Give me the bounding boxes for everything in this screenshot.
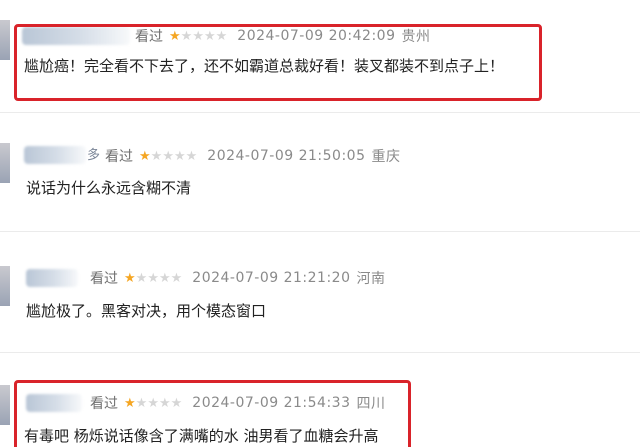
review-location: 河南 <box>356 271 386 287</box>
review-timestamp: 2024-07-09 21:21:20 <box>192 270 351 286</box>
review-timestamp: 2024-07-09 20:42:09 <box>237 28 396 44</box>
watched-label: 看过 <box>90 396 118 412</box>
review-timestamp: 2024-07-09 21:50:05 <box>207 148 366 164</box>
star-filled-icon: ★ <box>169 28 181 44</box>
star-empty-icon: ★ <box>170 270 183 286</box>
reviews-screenshot: 看过 ★ ★ ★ ★ ★ 2024-07-09 20:42:09 贵州 尴尬癌！完全看不… <box>0 0 640 447</box>
review-comment: 说话为什么永远含糊不清 <box>26 179 192 197</box>
star-empty-icon: ★ <box>173 148 186 164</box>
rating-stars: ★ ★ ★ ★ ★ <box>124 271 182 286</box>
avatar[interactable] <box>0 143 10 183</box>
rating-stars: ★ ★ ★ ★ ★ <box>139 149 197 164</box>
star-filled-icon: ★ <box>139 148 151 164</box>
username[interactable] <box>26 269 78 287</box>
star-empty-icon: ★ <box>147 395 159 411</box>
rating-stars: ★ ★ ★ ★ ★ <box>124 396 182 411</box>
review-comment: 尴尬癌！完全看不下去了，还不如霸道总裁好看！装叉都装不到点子上！ <box>24 57 505 75</box>
rating-stars: ★ ★ ★ ★ ★ <box>169 29 227 44</box>
review-meta: 看过 ★ ★ ★ ★ ★ 2024-07-09 21:50:05 重庆 <box>105 146 400 166</box>
review-timestamp: 2024-07-09 21:54:33 <box>192 395 351 411</box>
username[interactable] <box>24 146 86 164</box>
star-empty-icon: ★ <box>170 395 183 411</box>
star-empty-icon: ★ <box>158 270 171 286</box>
avatar[interactable] <box>0 266 10 306</box>
review-meta: 看过 ★ ★ ★ ★ ★ 2024-07-09 21:54:33 四川 <box>90 393 385 413</box>
star-empty-icon: ★ <box>215 28 228 44</box>
watched-label: 看过 <box>105 149 133 165</box>
review-meta: 看过 ★ ★ ★ ★ ★ 2024-07-09 20:42:09 贵州 <box>135 26 430 46</box>
username[interactable] <box>26 394 82 412</box>
review-card: 看过 ★ ★ ★ ★ ★ 2024-07-09 21:54:33 四川 有毒吧 杨烁说话… <box>0 353 640 447</box>
star-empty-icon: ★ <box>192 28 204 44</box>
star-empty-icon: ★ <box>162 148 174 164</box>
watched-label: 看过 <box>135 29 163 45</box>
username[interactable] <box>22 27 130 45</box>
star-empty-icon: ★ <box>158 395 171 411</box>
star-empty-icon: ★ <box>147 270 159 286</box>
review-card: 多 看过 ★ ★ ★ ★ ★ 2024-07-09 21:50:05 重庆 说话为什么永… <box>0 113 640 231</box>
star-empty-icon: ★ <box>150 148 163 164</box>
username-tail: 多 <box>87 148 101 163</box>
review-location: 贵州 <box>401 29 431 45</box>
star-empty-icon: ★ <box>180 28 193 44</box>
avatar[interactable] <box>0 20 10 60</box>
review-meta: 看过 ★ ★ ★ ★ ★ 2024-07-09 21:21:20 河南 <box>90 268 385 288</box>
watched-label: 看过 <box>90 271 118 287</box>
review-comment: 有毒吧 杨烁说话像含了满嘴的水 油男看了血糖会升高 <box>24 427 379 445</box>
star-filled-icon: ★ <box>124 395 136 411</box>
star-empty-icon: ★ <box>135 395 148 411</box>
review-comment: 尴尬极了。黑客对决，用个模态窗口 <box>26 302 267 320</box>
avatar[interactable] <box>0 385 10 425</box>
star-filled-icon: ★ <box>124 270 136 286</box>
star-empty-icon: ★ <box>185 148 198 164</box>
star-empty-icon: ★ <box>135 270 148 286</box>
star-empty-icon: ★ <box>203 28 216 44</box>
review-card: 看过 ★ ★ ★ ★ ★ 2024-07-09 20:42:09 贵州 尴尬癌！完全看不… <box>0 0 640 112</box>
review-location: 四川 <box>356 396 386 412</box>
review-card: 看过 ★ ★ ★ ★ ★ 2024-07-09 21:21:20 河南 尴尬极了。黑客对… <box>0 232 640 352</box>
review-location: 重庆 <box>371 149 401 165</box>
